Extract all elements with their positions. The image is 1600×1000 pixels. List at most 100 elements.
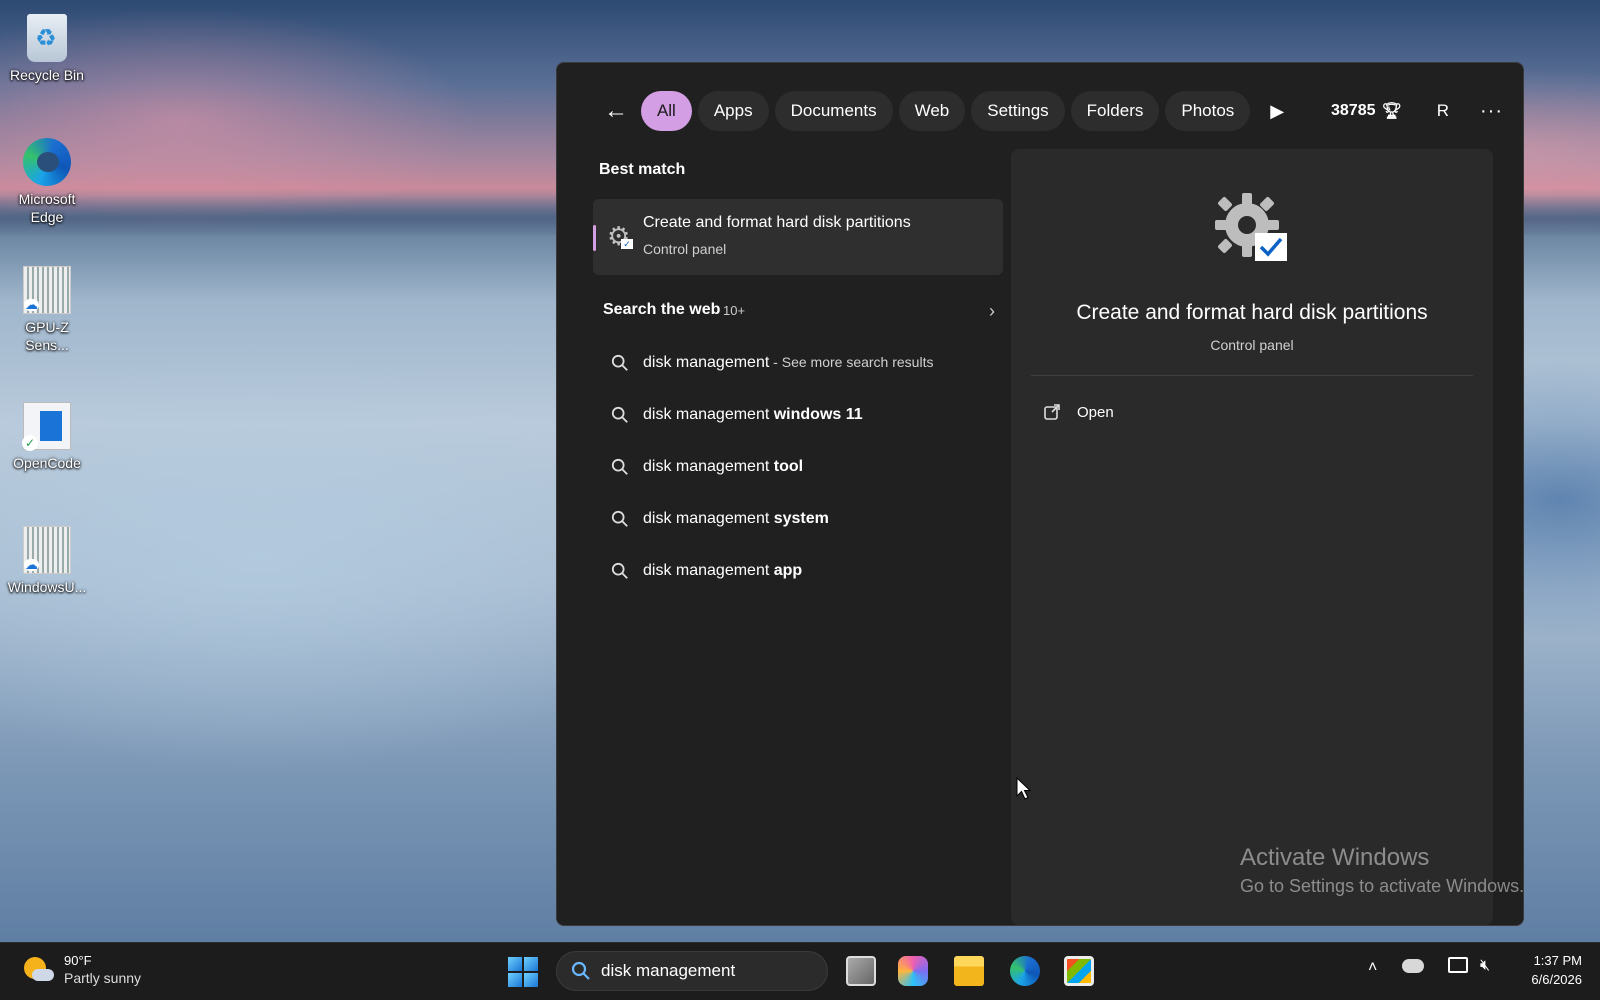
- best-match-title: Create and format hard disk partitions: [643, 214, 911, 231]
- desktop-icon-opencode[interactable]: ✓ OpenCode: [4, 402, 90, 472]
- best-match-result[interactable]: ⚙ ✓ Create and format hard disk partitio…: [593, 199, 1003, 275]
- results-list: Best match ⚙ ✓ Create and format hard di…: [593, 161, 1003, 599]
- web-suggestion-text: disk management windows 11: [643, 406, 863, 424]
- watermark-subtitle: Go to Settings to activate Windows.: [1240, 876, 1525, 896]
- document-icon: ☁: [23, 526, 71, 574]
- weather-condition: Partly sunny: [64, 970, 142, 986]
- desktop-icon-recycle-bin[interactable]: Recycle Bin: [4, 14, 90, 84]
- desktop-icon-label: GPU-Z Sens...: [25, 319, 69, 353]
- suggestion-base: disk management: [643, 406, 774, 423]
- desktop-icon-label: Recycle Bin: [10, 67, 84, 83]
- filter-web[interactable]: Web: [898, 91, 966, 131]
- mouse-cursor-icon: [1016, 777, 1032, 800]
- web-suggestion-text: disk management system: [643, 510, 829, 528]
- back-arrow-icon[interactable]: ←: [601, 95, 631, 127]
- web-suggestion-text: disk management app: [643, 562, 802, 580]
- check-badge-icon: ✓: [22, 435, 38, 451]
- check-icon: ✓: [621, 239, 633, 249]
- selection-indicator: [593, 225, 596, 251]
- chevron-right-icon: ›: [989, 301, 995, 321]
- weather-widget[interactable]: 90°F Partly sunny: [24, 953, 141, 986]
- web-suggestion-text: disk management tool: [643, 458, 803, 476]
- search-web-header[interactable]: Search the web 10+ ›: [593, 301, 1003, 325]
- filter-folders[interactable]: Folders: [1070, 91, 1160, 131]
- suggestion-bold: tool: [773, 458, 804, 475]
- file-explorer-icon[interactable]: [954, 956, 984, 986]
- suggestion-base: disk management: [643, 458, 774, 475]
- filter-apps[interactable]: Apps: [697, 91, 769, 131]
- clock-date: 6/6/2026: [1531, 972, 1582, 987]
- search-panel: ← All Apps Documents Web Settings Folder…: [556, 62, 1524, 926]
- result-preview-pane: Create and format hard disk partitions C…: [1011, 149, 1493, 925]
- rewards-points[interactable]: 38785 🏆︎: [1331, 101, 1402, 121]
- taskbar-search-value: disk management: [601, 961, 736, 980]
- search-icon: [611, 510, 628, 527]
- trophy-icon: 🏆︎: [1381, 103, 1402, 120]
- search-web-count: 10+: [723, 303, 746, 318]
- suggestion-suffix: - See more search results: [769, 354, 934, 370]
- start-button[interactable]: [508, 957, 538, 987]
- preview-subtitle: Control panel: [1210, 337, 1294, 353]
- filter-documents[interactable]: Documents: [774, 91, 893, 131]
- edge-icon: [23, 138, 71, 186]
- suggestion-base: disk management: [643, 562, 774, 579]
- open-action[interactable]: Open: [1043, 403, 1114, 421]
- suggestion-bold: app: [773, 562, 803, 579]
- copilot-icon[interactable]: [898, 956, 928, 986]
- desktop-icon-windowsu[interactable]: ☁ WindowsU...: [4, 526, 90, 596]
- filter-all[interactable]: All: [640, 91, 692, 131]
- volume-muted-icon[interactable]: 🔇︎: [1480, 957, 1490, 975]
- settings-gear-check-icon: [1215, 193, 1287, 261]
- partly-sunny-icon: [24, 955, 54, 985]
- watermark-title: Activate Windows: [1240, 844, 1430, 871]
- recycle-bin-icon: [27, 14, 67, 62]
- avatar[interactable]: R: [1430, 97, 1456, 125]
- app-icon: ✓: [22, 402, 71, 451]
- edge-icon[interactable]: [1010, 956, 1040, 986]
- search-filter-bar: ← All Apps Documents Web Settings Folder…: [601, 91, 1503, 131]
- weather-text: 90°F Partly sunny: [64, 953, 141, 986]
- web-suggestion[interactable]: disk management windows 11: [593, 391, 1003, 443]
- more-filters-play-icon[interactable]: ▶: [1270, 101, 1289, 122]
- open-external-icon: [1044, 404, 1060, 420]
- more-options-icon[interactable]: ···: [1480, 100, 1503, 123]
- search-web-heading: Search the web: [603, 301, 721, 318]
- desktop-icon-label: WindowsU...: [7, 579, 87, 595]
- search-icon: [571, 961, 590, 980]
- filter-settings[interactable]: Settings: [971, 91, 1065, 131]
- document-icon: ☁: [23, 266, 71, 314]
- web-suggestion-text: disk management - See more search result…: [643, 354, 933, 372]
- windows-logo-tile: [508, 957, 522, 971]
- taskbar-search-box[interactable]: disk management: [556, 951, 828, 991]
- suggestion-bold: windows 11: [773, 406, 863, 423]
- web-suggestion[interactable]: disk management app: [593, 547, 1003, 599]
- task-view-icon[interactable]: [846, 956, 876, 986]
- open-action-label: Open: [1077, 403, 1114, 421]
- web-suggestion[interactable]: disk management system: [593, 495, 1003, 547]
- onedrive-cloud-icon[interactable]: [1402, 959, 1424, 973]
- suggestion-base: disk management: [643, 510, 774, 527]
- search-icon: [611, 406, 628, 423]
- show-hidden-icons-chevron-up-icon[interactable]: ˄: [1368, 959, 1377, 977]
- web-suggestion[interactable]: disk management - See more search result…: [593, 339, 1003, 391]
- search-icon: [611, 562, 628, 579]
- windows-logo-tile: [524, 957, 538, 971]
- filter-photos[interactable]: Photos: [1165, 91, 1251, 131]
- weather-temperature: 90°F: [64, 953, 92, 968]
- network-icon[interactable]: [1448, 957, 1468, 973]
- desktop-icon-label: Microsoft Edge: [18, 191, 76, 225]
- activation-watermark: Activate Windows Go to Settings to activ…: [1240, 844, 1524, 897]
- windows-logo-tile: [524, 973, 538, 987]
- microsoft-store-icon[interactable]: [1064, 956, 1094, 986]
- web-suggestion[interactable]: disk management tool: [593, 443, 1003, 495]
- suggestion-base: disk management: [643, 354, 770, 371]
- preview-title: Create and format hard disk partitions: [1076, 301, 1428, 324]
- clock[interactable]: 1:37 PM 6/6/2026: [1512, 953, 1582, 987]
- desktop-icon-gpu-z[interactable]: ☁ GPU-Z Sens...: [4, 266, 90, 354]
- windows-logo-tile: [508, 973, 522, 987]
- clock-time: 1:37 PM: [1533, 953, 1582, 968]
- best-match-subtitle: Control panel: [643, 241, 727, 257]
- cloud-icon: ☁: [24, 557, 39, 572]
- desktop-icon-microsoft-edge[interactable]: Microsoft Edge: [4, 138, 90, 226]
- taskbar: 90°F Partly sunny disk management ˄ 🔇︎ 1…: [0, 942, 1600, 1000]
